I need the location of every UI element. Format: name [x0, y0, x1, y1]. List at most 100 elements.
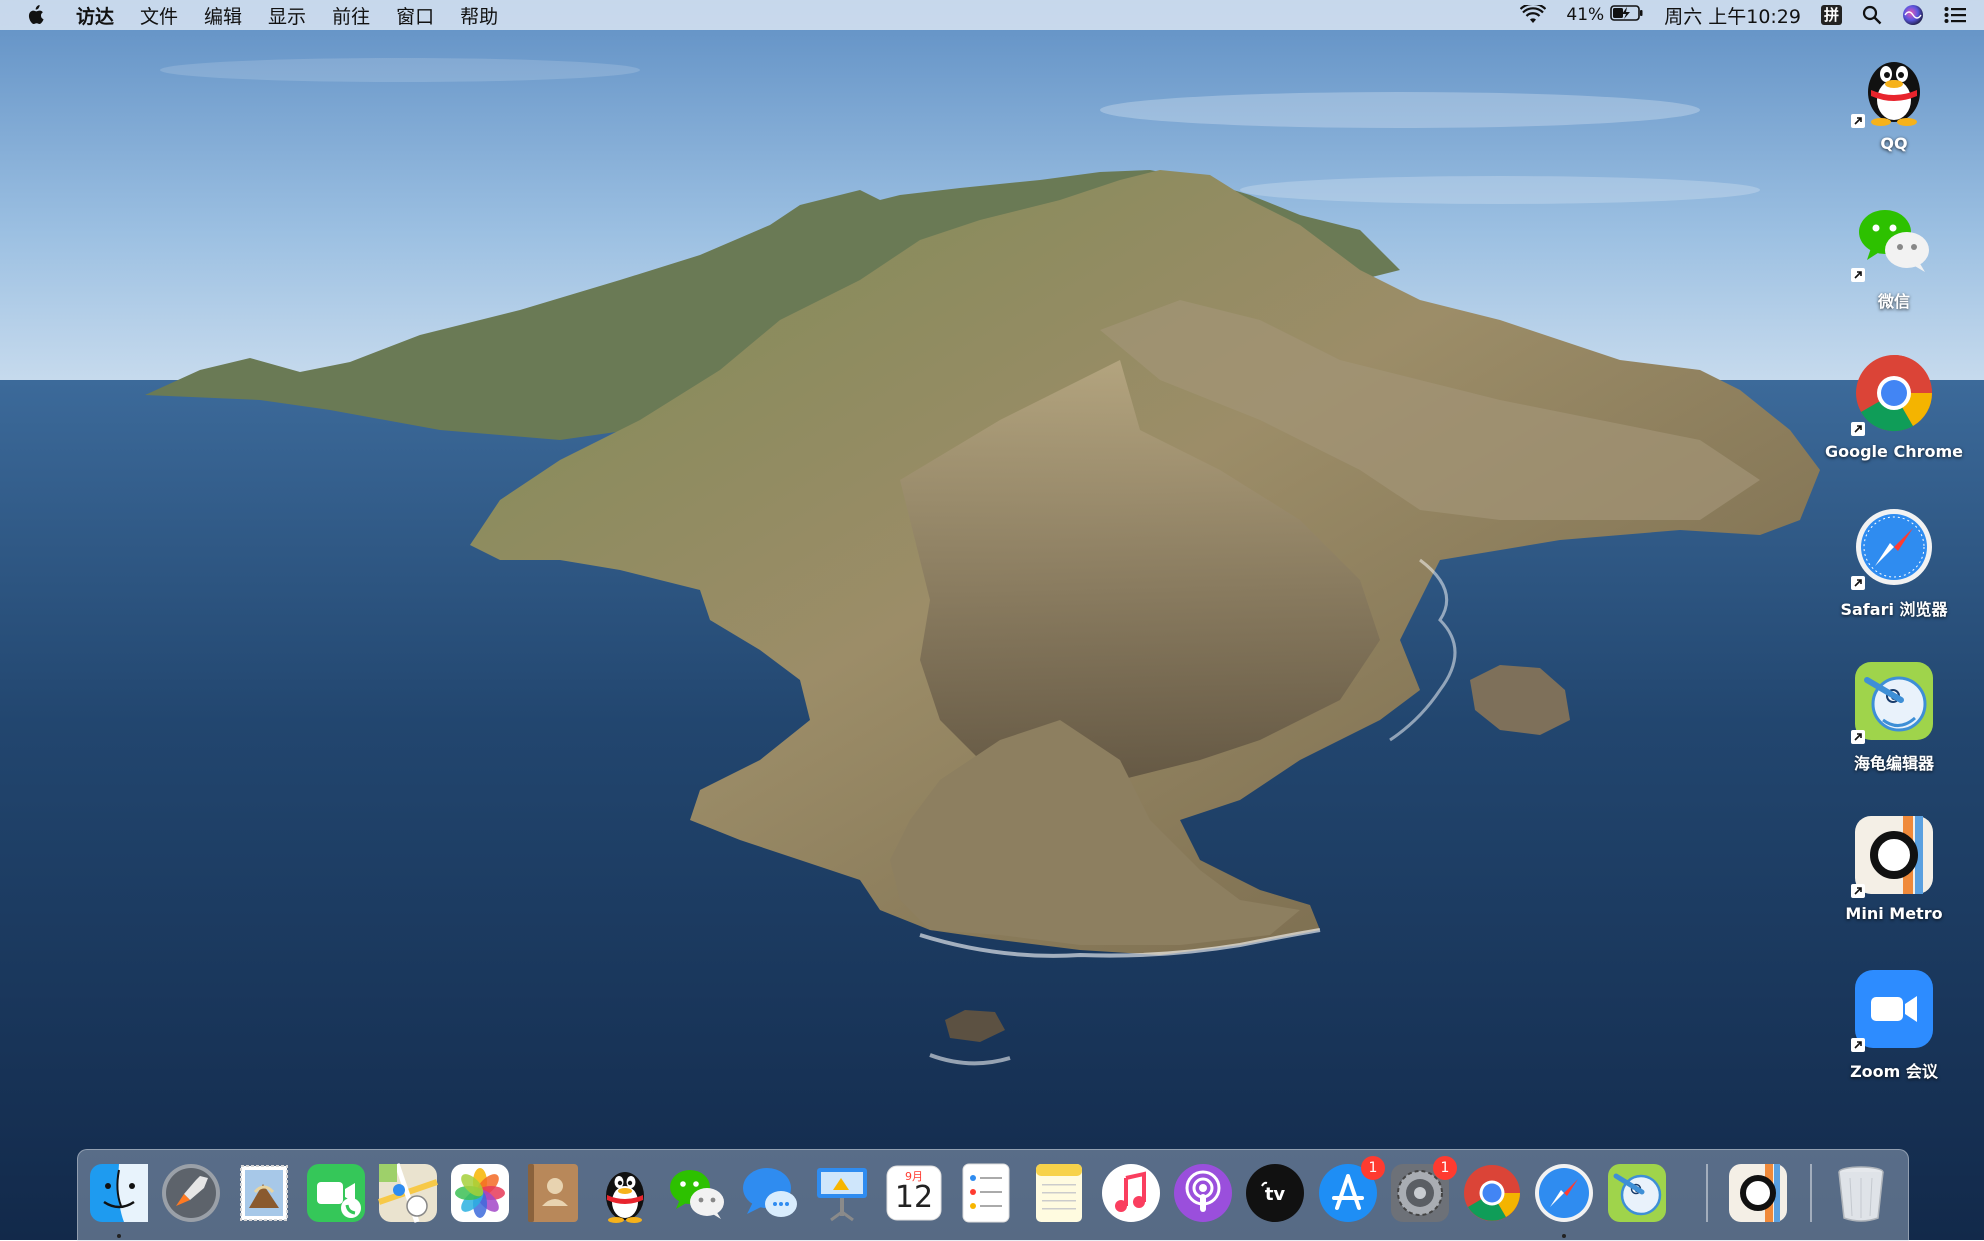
dock-notes[interactable]: [1028, 1162, 1090, 1224]
alias-arrow-icon: [1851, 1038, 1865, 1052]
contacts-icon: [528, 1164, 578, 1222]
menu-window[interactable]: 窗口: [396, 2, 434, 29]
dock-launchpad[interactable]: [160, 1162, 222, 1224]
podcasts-icon: [1174, 1164, 1232, 1222]
desktop-icon-label: Google Chrome: [1824, 442, 1963, 461]
notification-badge: 1: [1361, 1156, 1385, 1180]
desktop-wallpaper: [0, 0, 1984, 1240]
menu-edit[interactable]: 编辑: [204, 2, 242, 29]
battery-icon: [1610, 4, 1644, 27]
wifi-icon[interactable]: [1520, 5, 1547, 25]
dock-app-store[interactable]: 1: [1317, 1156, 1385, 1224]
dock-calendar[interactable]: 9月 12: [883, 1162, 945, 1224]
notes-icon: [1036, 1164, 1082, 1222]
desktop-icon-label: Mini Metro: [1845, 904, 1943, 923]
dock-podcasts[interactable]: [1172, 1162, 1234, 1224]
reminders-icon: [962, 1163, 1010, 1223]
mail-stamp-icon: [240, 1165, 288, 1221]
alias-arrow-icon: [1851, 114, 1865, 128]
facetime-icon: [307, 1164, 365, 1222]
dock-facetime[interactable]: [305, 1162, 367, 1224]
dock-separator: [1706, 1164, 1708, 1222]
alias-arrow-icon: [1851, 422, 1865, 436]
menu-help[interactable]: 帮助: [460, 2, 498, 29]
dock-photos[interactable]: [449, 1162, 511, 1224]
turtle-editor-icon: [1851, 660, 1935, 744]
mini-metro-icon: [1851, 814, 1935, 898]
clock[interactable]: 周六 上午10:29: [1664, 2, 1801, 29]
dock-chrome[interactable]: [1461, 1162, 1523, 1224]
qq-penguin-icon: [1851, 44, 1935, 128]
notification-center-icon[interactable]: [1944, 6, 1966, 24]
dock-reminders[interactable]: [955, 1162, 1017, 1224]
desktop-icon-mini-metro[interactable]: Mini Metro: [1819, 814, 1969, 923]
dock-wechat[interactable]: [666, 1162, 728, 1224]
keynote-icon: [817, 1168, 867, 1222]
running-indicator: [1562, 1234, 1566, 1238]
apple-tv-icon: tv: [1246, 1164, 1304, 1222]
dock-finder[interactable]: [88, 1162, 150, 1238]
desktop-icon-label: Zoom 会议: [1850, 1062, 1938, 1081]
siri-icon[interactable]: [1902, 4, 1924, 26]
menu-file[interactable]: 文件: [140, 2, 178, 29]
apple-menu-icon[interactable]: [26, 5, 44, 25]
safari-icon: [1535, 1164, 1593, 1222]
alias-arrow-icon: [1851, 884, 1865, 898]
notification-badge: 1: [1433, 1156, 1457, 1180]
alias-arrow-icon: [1851, 730, 1865, 744]
calendar-day: 12: [894, 1180, 934, 1215]
dock-maps[interactable]: [377, 1162, 439, 1224]
input-method-indicator[interactable]: 拼: [1820, 5, 1842, 25]
dock-mini-metro[interactable]: [1727, 1162, 1789, 1224]
desktop-icon-chrome[interactable]: Google Chrome: [1819, 352, 1969, 461]
dock-tv[interactable]: tv: [1244, 1162, 1306, 1224]
desktop-icon-safari[interactable]: Safari 浏览器: [1819, 506, 1969, 620]
finder-icon: [90, 1164, 148, 1222]
qq-penguin-icon: [606, 1172, 644, 1223]
mini-metro-icon: [1729, 1164, 1787, 1222]
dock-qq[interactable]: [594, 1162, 656, 1224]
desktop-icon-label: Safari 浏览器: [1840, 600, 1948, 619]
music-icon: [1102, 1164, 1160, 1222]
wechat-icon: [1851, 198, 1935, 282]
messages-icon: [743, 1168, 797, 1217]
maps-icon: [378, 1163, 438, 1223]
menu-view[interactable]: 显示: [268, 2, 306, 29]
turtle-editor-icon: [1608, 1164, 1666, 1222]
trash-icon: [1838, 1166, 1884, 1222]
desktop-icon-label: QQ: [1880, 134, 1908, 153]
dock-music[interactable]: [1100, 1162, 1162, 1224]
svg-text:tv: tv: [1265, 1184, 1286, 1205]
desktop-icon-turtle-editor[interactable]: 海龟编辑器: [1819, 660, 1969, 774]
safari-icon: [1851, 506, 1935, 590]
desktop-icon-label: 海龟编辑器: [1853, 754, 1934, 773]
desktop-icon-wechat[interactable]: 微信: [1819, 198, 1969, 312]
dock-system-preferences[interactable]: 1: [1389, 1156, 1457, 1224]
dock-keynote[interactable]: [811, 1162, 873, 1224]
zoom-icon: [1851, 968, 1935, 1052]
menu-go[interactable]: 前往: [332, 2, 370, 29]
wechat-icon: [670, 1170, 724, 1219]
dock-turtle-editor[interactable]: [1606, 1162, 1668, 1224]
alias-arrow-icon: [1851, 576, 1865, 590]
battery-percent: 41%: [1566, 5, 1605, 25]
dock-safari[interactable]: [1533, 1162, 1595, 1238]
desktop-icon-zoom[interactable]: Zoom 会议: [1819, 968, 1969, 1082]
dock-separator: [1810, 1164, 1812, 1222]
photos-icon: [451, 1164, 509, 1222]
running-indicator: [117, 1234, 121, 1238]
battery-status[interactable]: 41%: [1566, 4, 1644, 27]
launchpad-icon: [162, 1164, 220, 1222]
chrome-icon: [1851, 352, 1935, 436]
desktop-icon-label: 微信: [1877, 292, 1910, 311]
spotlight-search-icon[interactable]: [1862, 5, 1882, 25]
dock-messages[interactable]: [739, 1162, 801, 1224]
menu-bar: 访达 文件 编辑 显示 前往 窗口 帮助 41% 周六 上午10:29 拼: [0, 0, 1984, 30]
dock-contacts[interactable]: [522, 1162, 584, 1224]
dock-trash[interactable]: [1830, 1162, 1892, 1224]
menu-app-name[interactable]: 访达: [76, 2, 114, 29]
desktop-icon-qq[interactable]: QQ: [1819, 44, 1969, 153]
dock-mail[interactable]: [233, 1162, 295, 1224]
chrome-icon: [1464, 1165, 1520, 1221]
dock: 9月 12 tv 1 1: [77, 1149, 1909, 1241]
